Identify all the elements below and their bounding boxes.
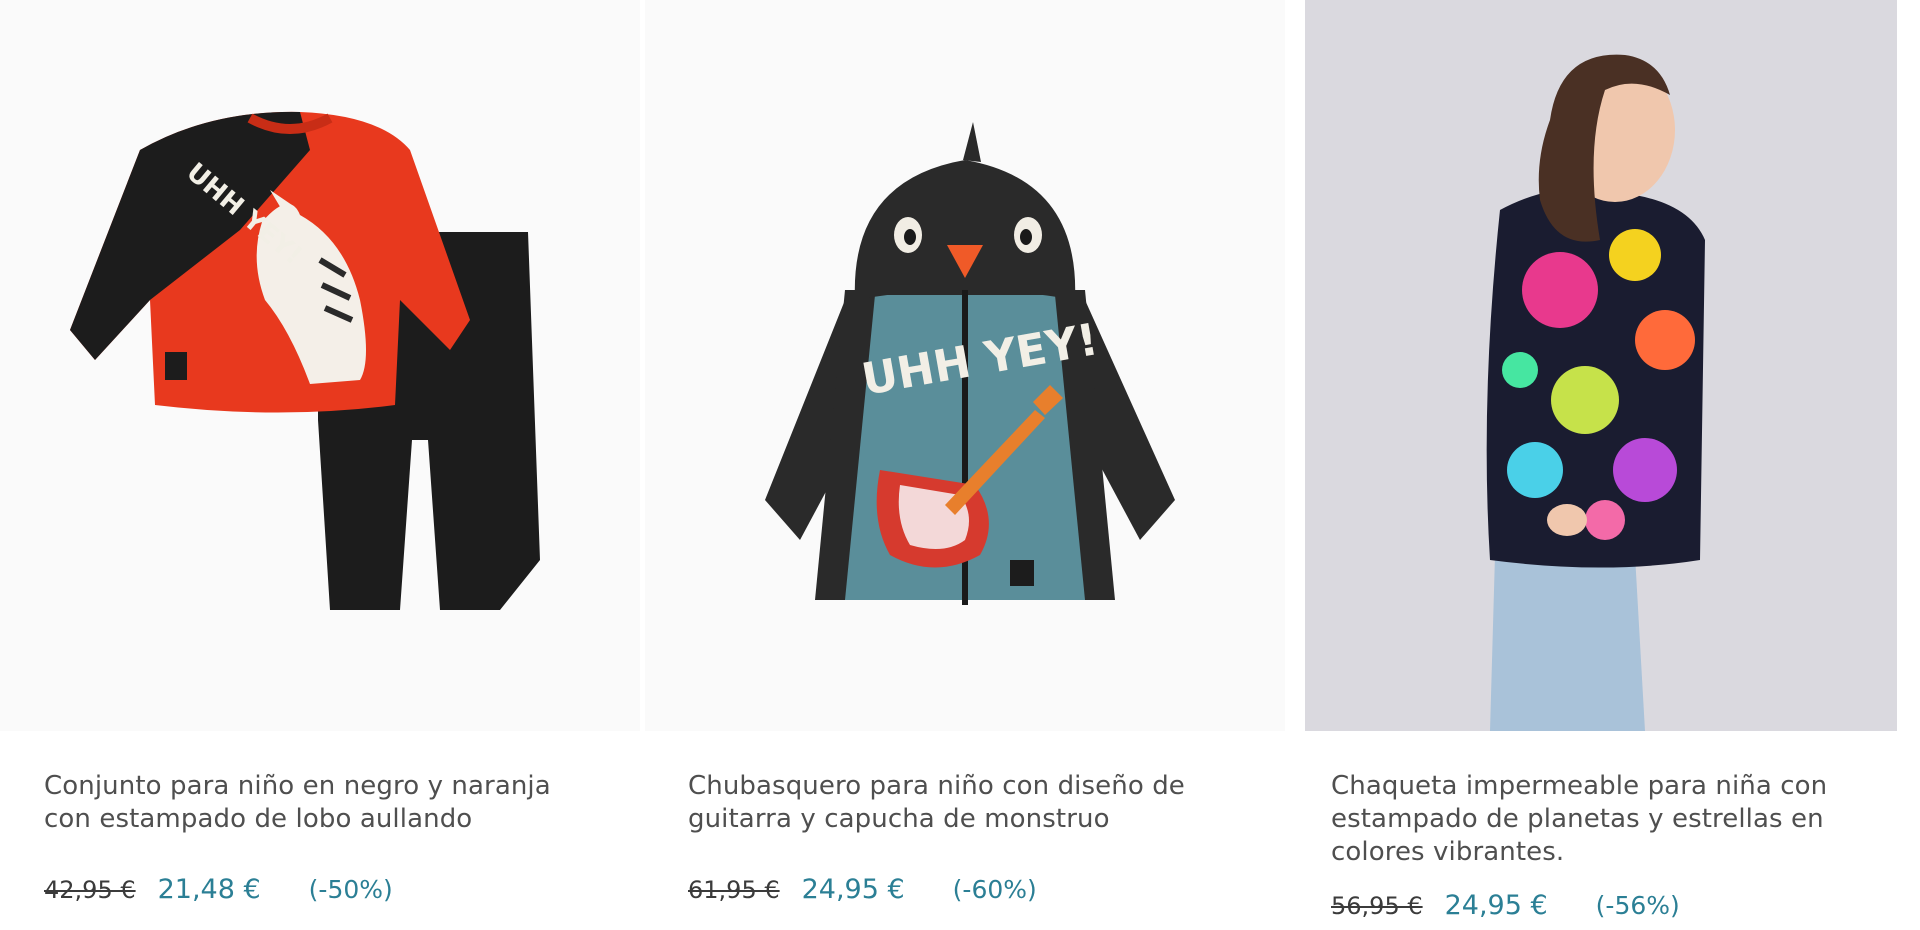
price-row: 42,95 € 21,48 € (-50%) — [44, 874, 393, 905]
price-row: 61,95 € 24,95 € (-60%) — [688, 874, 1037, 905]
price-row: 56,95 € 24,95 € (-56%) — [1331, 890, 1680, 921]
sale-price: 24,95 € — [1444, 890, 1548, 921]
product-title[interactable]: Conjunto para niño en negro y naranja co… — [44, 770, 604, 836]
product-image-raincoat[interactable]: UHH YEY! — [645, 0, 1285, 731]
discount-badge: (-60%) — [952, 875, 1037, 904]
product-image-planet-jacket[interactable] — [1305, 0, 1897, 731]
sale-price: 21,48 € — [157, 874, 261, 905]
raincoat-illustration: UHH YEY! — [765, 122, 1175, 605]
girl-in-jacket-photo — [1486, 54, 1705, 731]
product-grid: UHH YEY! Conjunto para niño en negro y n… — [0, 0, 1920, 930]
discount-badge: (-56%) — [1595, 891, 1680, 920]
discount-badge: (-50%) — [308, 875, 393, 904]
product-card[interactable]: UHH YEY! Chubasquero para niño con diseñ… — [645, 0, 1285, 930]
sweatshirt-set-illustration: UHH YEY! — [70, 111, 540, 610]
product-title[interactable]: Chaqueta impermeable para niña con estam… — [1331, 770, 1851, 869]
original-price: 61,95 € — [688, 876, 780, 904]
sale-price: 24,95 € — [801, 874, 905, 905]
product-image-sweatshirt-set[interactable]: UHH YEY! — [0, 0, 640, 731]
original-price: 56,95 € — [1331, 892, 1423, 920]
original-price: 42,95 € — [44, 876, 136, 904]
product-card[interactable]: Chaqueta impermeable para niña con estam… — [1305, 0, 1897, 930]
product-card[interactable]: UHH YEY! Conjunto para niño en negro y n… — [0, 0, 640, 930]
product-title[interactable]: Chubasquero para niño con diseño de guit… — [688, 770, 1248, 836]
